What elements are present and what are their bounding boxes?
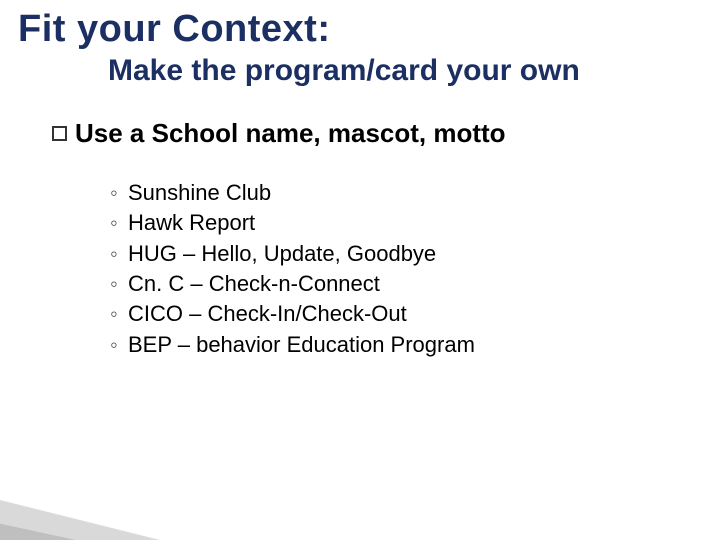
list-item-text: Sunshine Club (128, 180, 271, 205)
circle-bullet-icon: ◦ (110, 239, 128, 269)
list-item-text: BEP – behavior Education Program (128, 332, 475, 357)
slide-subtitle: Make the program/card your own (108, 54, 580, 88)
circle-bullet-icon: ◦ (110, 178, 128, 208)
bullet-level1-text: Use a School name, mascot, motto (75, 118, 506, 148)
list-item: ◦HUG – Hello, Update, Goodbye (110, 239, 475, 269)
sub-bullet-list: ◦Sunshine Club ◦Hawk Report ◦HUG – Hello… (110, 178, 475, 360)
circle-bullet-icon: ◦ (110, 269, 128, 299)
decorative-wedge-icon (0, 420, 320, 540)
circle-bullet-icon: ◦ (110, 330, 128, 360)
bullet-level1: Use a School name, mascot, motto (52, 118, 506, 149)
slide-title: Fit your Context: (18, 8, 330, 51)
list-item: ◦Hawk Report (110, 208, 475, 238)
slide: Fit your Context: Make the program/card … (0, 0, 720, 540)
list-item: ◦BEP – behavior Education Program (110, 330, 475, 360)
circle-bullet-icon: ◦ (110, 208, 128, 238)
list-item: ◦Cn. C – Check-n-Connect (110, 269, 475, 299)
list-item-text: HUG – Hello, Update, Goodbye (128, 241, 436, 266)
square-bullet-icon (52, 126, 67, 141)
list-item-text: CICO – Check-In/Check-Out (128, 301, 407, 326)
list-item: ◦CICO – Check-In/Check-Out (110, 299, 475, 329)
list-item-text: Hawk Report (128, 210, 255, 235)
circle-bullet-icon: ◦ (110, 299, 128, 329)
list-item: ◦Sunshine Club (110, 178, 475, 208)
list-item-text: Cn. C – Check-n-Connect (128, 271, 380, 296)
